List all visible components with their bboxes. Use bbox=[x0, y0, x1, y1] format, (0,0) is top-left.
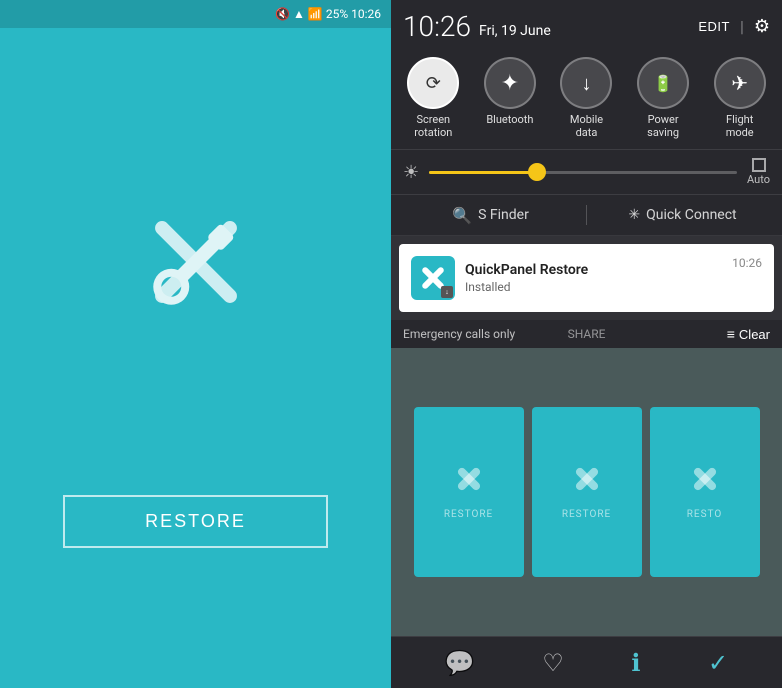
s-finder-label: S Finder bbox=[478, 207, 529, 223]
thumb-icon-3 bbox=[690, 464, 720, 501]
notif-time: 10:26 bbox=[732, 256, 762, 270]
auto-label: Auto bbox=[747, 173, 770, 186]
battery-text: 25% bbox=[326, 7, 348, 21]
flight-mode-label: Flightmode bbox=[726, 113, 754, 139]
mobile-data-circle: ↓ bbox=[560, 57, 612, 109]
edit-button[interactable]: EDIT bbox=[698, 19, 730, 34]
brightness-fill bbox=[429, 171, 537, 174]
toggle-screen-rotation[interactable]: ⟳ Screenrotation bbox=[407, 57, 459, 139]
brightness-thumb bbox=[528, 163, 546, 181]
toggle-bluetooth[interactable]: ✦ Bluetooth bbox=[484, 57, 536, 139]
mute-icon: 🔇 bbox=[275, 7, 290, 21]
dock-messages-icon[interactable]: 💬 bbox=[445, 649, 475, 677]
search-divider bbox=[586, 205, 587, 225]
screen-rotation-circle: ⟳ bbox=[407, 57, 459, 109]
emergency-bar: Emergency calls only SHARE ≡ Clear bbox=[391, 320, 782, 348]
thumb-label-1: RESTORE bbox=[444, 509, 493, 520]
recent-thumb-3[interactable]: RESTO bbox=[650, 407, 760, 577]
time-left: 10:26 bbox=[351, 7, 381, 21]
toggle-power-saving[interactable]: 🔋 Powersaving bbox=[637, 57, 689, 139]
shade-time: 10:26 bbox=[403, 10, 471, 43]
recent-apps: RESTORE RESTORE bbox=[391, 348, 782, 636]
notification-card[interactable]: ↓ QuickPanel Restore Installed 10:26 bbox=[399, 244, 774, 312]
search-icon: 🔍 bbox=[452, 206, 472, 225]
thumb-label-3: RESTO bbox=[687, 509, 723, 520]
screen-rotation-label: Screenrotation bbox=[414, 113, 452, 139]
clear-label: Clear bbox=[739, 327, 770, 342]
search-row: 🔍 S Finder ✳ Quick Connect bbox=[391, 195, 782, 236]
wifi-icon: ▲ bbox=[293, 7, 305, 21]
mobile-data-label: Mobiledata bbox=[570, 113, 603, 139]
brightness-row: ☀ Auto bbox=[391, 150, 782, 195]
clear-button[interactable]: ≡ Clear bbox=[727, 326, 770, 342]
shade-header: 10:26 Fri, 19 June EDIT | ⚙ bbox=[391, 0, 782, 49]
auto-square bbox=[752, 158, 766, 172]
power-saving-circle: 🔋 bbox=[637, 57, 689, 109]
header-separator: | bbox=[740, 17, 744, 36]
thumb-icon-1 bbox=[454, 464, 484, 501]
notif-status: Installed bbox=[465, 280, 722, 294]
recent-thumb-2[interactable]: RESTORE bbox=[532, 407, 642, 577]
dock-info-icon[interactable]: ℹ bbox=[631, 649, 640, 677]
notif-app-icon: ↓ bbox=[411, 256, 455, 300]
clear-icon: ≡ bbox=[727, 326, 735, 342]
notif-badge: ↓ bbox=[441, 286, 453, 298]
toggle-flight-mode[interactable]: ✈ Flightmode bbox=[714, 57, 766, 139]
status-icons: 🔇 ▲ 📶 25% 10:26 bbox=[275, 7, 381, 21]
emergency-text: Emergency calls only bbox=[403, 327, 515, 341]
app-icon-area bbox=[131, 28, 261, 495]
toggle-mobile-data[interactable]: ↓ Mobiledata bbox=[560, 57, 612, 139]
thumb-label-2: RESTORE bbox=[562, 509, 611, 520]
flight-mode-icon: ✈ bbox=[731, 71, 748, 95]
brightness-slider[interactable] bbox=[429, 171, 737, 174]
restore-button[interactable]: RESTORE bbox=[63, 495, 328, 548]
mobile-data-icon: ↓ bbox=[581, 71, 591, 96]
quick-connect-icon: ✳ bbox=[628, 207, 640, 223]
bluetooth-label: Bluetooth bbox=[486, 113, 533, 126]
s-finder-button[interactable]: 🔍 S Finder bbox=[403, 206, 578, 225]
screen-rotation-icon: ⟳ bbox=[426, 73, 441, 94]
bluetooth-icon: ✦ bbox=[501, 71, 519, 96]
signal-icon: 📶 bbox=[308, 7, 323, 21]
brightness-icon: ☀ bbox=[403, 162, 419, 183]
share-text: SHARE bbox=[568, 327, 606, 341]
quick-connect-button[interactable]: ✳ Quick Connect bbox=[595, 207, 770, 223]
power-saving-icon: 🔋 bbox=[653, 74, 673, 93]
bluetooth-circle: ✦ bbox=[484, 57, 536, 109]
notif-title: QuickPanel Restore bbox=[465, 262, 722, 278]
quick-toggles: ⟳ Screenrotation ✦ Bluetooth ↓ Mobiledat… bbox=[391, 49, 782, 150]
shade-date: Fri, 19 June bbox=[479, 23, 551, 39]
bottom-dock: 💬 ♡ ℹ ✓ bbox=[391, 636, 782, 688]
status-bar-left: 🔇 ▲ 📶 25% 10:26 bbox=[0, 0, 391, 28]
recent-thumb-1[interactable]: RESTORE bbox=[414, 407, 524, 577]
right-panel: 10:26 Fri, 19 June EDIT | ⚙ ⟳ Screenrota… bbox=[391, 0, 782, 688]
dock-check-icon[interactable]: ✓ bbox=[708, 649, 728, 677]
dock-heart-icon[interactable]: ♡ bbox=[542, 649, 564, 677]
left-panel: 🔇 ▲ 📶 25% 10:26 RESTORE bbox=[0, 0, 391, 688]
tools-icon bbox=[131, 197, 261, 327]
flight-mode-circle: ✈ bbox=[714, 57, 766, 109]
thumb-icon-2 bbox=[572, 464, 602, 501]
auto-brightness[interactable]: Auto bbox=[747, 158, 770, 186]
quick-connect-label: Quick Connect bbox=[646, 207, 737, 223]
power-saving-label: Powersaving bbox=[647, 113, 679, 139]
settings-icon[interactable]: ⚙ bbox=[754, 16, 770, 37]
shade-header-right: EDIT | ⚙ bbox=[698, 16, 770, 37]
notif-content: QuickPanel Restore Installed bbox=[465, 262, 722, 294]
notification-shade: 10:26 Fri, 19 June EDIT | ⚙ ⟳ Screenrota… bbox=[391, 0, 782, 688]
